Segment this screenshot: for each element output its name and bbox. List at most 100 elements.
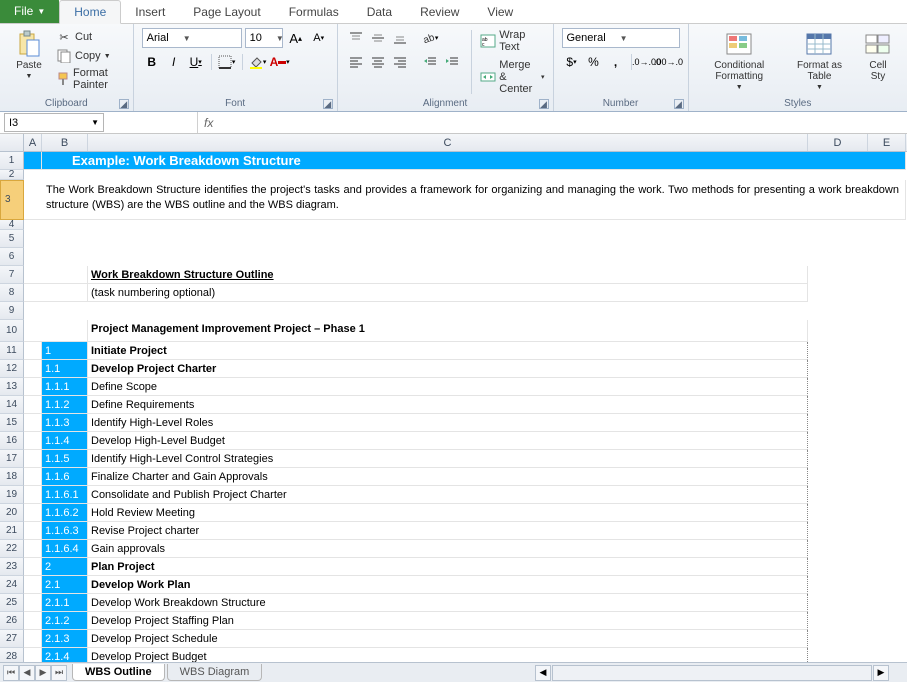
hscroll-left[interactable]: ◀: [535, 665, 551, 681]
col-head-c[interactable]: C: [88, 134, 808, 151]
wbs-task[interactable]: Define Scope: [88, 378, 808, 396]
cut-button[interactable]: ✂Cut: [56, 28, 125, 46]
wbs-task[interactable]: Plan Project: [88, 558, 808, 576]
cell[interactable]: [24, 450, 42, 468]
sheet-nav-prev[interactable]: ◀: [19, 665, 35, 681]
row-head-11[interactable]: 11: [0, 342, 24, 360]
wbs-number[interactable]: 1.1.6: [42, 468, 88, 486]
dialog-launcher-icon[interactable]: ◢: [539, 99, 549, 109]
row-head-26[interactable]: 26: [0, 612, 24, 630]
wbs-task[interactable]: Develop Work Plan: [88, 576, 808, 594]
copy-button[interactable]: Copy ▼: [56, 47, 125, 65]
align-left-button[interactable]: [346, 52, 366, 72]
cell[interactable]: [24, 360, 42, 378]
formula-input[interactable]: [219, 113, 907, 132]
sheet-tab-wbs-outline[interactable]: WBS Outline: [72, 664, 165, 681]
wbs-task[interactable]: Identify High-Level Roles: [88, 414, 808, 432]
font-name-select[interactable]: Arial▼: [142, 28, 242, 48]
wbs-number[interactable]: 1.1.1: [42, 378, 88, 396]
row-head-20[interactable]: 20: [0, 504, 24, 522]
row-head-4[interactable]: 4: [0, 220, 24, 230]
col-head-b[interactable]: B: [42, 134, 88, 151]
cell[interactable]: [24, 320, 88, 342]
wbs-task[interactable]: Finalize Charter and Gain Approvals: [88, 468, 808, 486]
tab-home[interactable]: Home: [59, 0, 121, 24]
wbs-number[interactable]: 1.1.5: [42, 450, 88, 468]
row-head-1[interactable]: 1: [0, 152, 24, 170]
name-box[interactable]: I3▼: [4, 113, 104, 132]
cell[interactable]: [24, 486, 42, 504]
row-head-19[interactable]: 19: [0, 486, 24, 504]
comma-button[interactable]: ,: [606, 52, 626, 72]
sheet-nav-first[interactable]: ⏮: [3, 665, 19, 681]
cell[interactable]: [24, 504, 42, 522]
merge-center-button[interactable]: Merge & Center ▾: [480, 58, 544, 96]
font-size-select[interactable]: 10▼: [245, 28, 283, 48]
hscroll-right[interactable]: ▶: [873, 665, 889, 681]
row-head-25[interactable]: 25: [0, 594, 24, 612]
increase-indent-button[interactable]: [442, 52, 462, 72]
select-all-corner[interactable]: [0, 134, 24, 151]
row-head-23[interactable]: 23: [0, 558, 24, 576]
grow-font-button[interactable]: A▴: [286, 28, 306, 48]
spreadsheet-grid[interactable]: A B C D E 123456789101112131415161718192…: [0, 134, 907, 666]
row-head-5[interactable]: 5: [0, 230, 24, 248]
wrap-text-button[interactable]: abcWrap Text: [480, 28, 544, 54]
cell[interactable]: [24, 266, 88, 284]
cell[interactable]: [24, 432, 42, 450]
cell[interactable]: [24, 558, 42, 576]
cell[interactable]: [24, 414, 42, 432]
align-bottom-button[interactable]: [390, 28, 410, 48]
dialog-launcher-icon[interactable]: ◢: [119, 99, 129, 109]
align-middle-button[interactable]: [368, 28, 388, 48]
tab-insert[interactable]: Insert: [121, 1, 179, 23]
row-head-15[interactable]: 15: [0, 414, 24, 432]
wbs-task[interactable]: Develop Project Staffing Plan: [88, 612, 808, 630]
shrink-font-button[interactable]: A▾: [309, 28, 329, 48]
wbs-task[interactable]: Hold Review Meeting: [88, 504, 808, 522]
cell[interactable]: [24, 540, 42, 558]
sheet-nav-last[interactable]: ⏭: [51, 665, 67, 681]
wbs-task[interactable]: Develop Project Charter: [88, 360, 808, 378]
number-format-select[interactable]: General▼: [562, 28, 680, 48]
cell[interactable]: [24, 378, 42, 396]
currency-button[interactable]: $ ▾: [562, 52, 582, 72]
row-head-13[interactable]: 13: [0, 378, 24, 396]
row-head-22[interactable]: 22: [0, 540, 24, 558]
wbs-number[interactable]: 2: [42, 558, 88, 576]
orientation-button[interactable]: ab▾: [420, 28, 440, 48]
tab-view[interactable]: View: [473, 1, 527, 23]
tab-pagelayout[interactable]: Page Layout: [179, 1, 274, 23]
wbs-number[interactable]: 1.1.6.2: [42, 504, 88, 522]
tab-data[interactable]: Data: [353, 1, 406, 23]
outline-heading[interactable]: Work Breakdown Structure Outline: [88, 266, 808, 284]
row-head-17[interactable]: 17: [0, 450, 24, 468]
hscroll-track[interactable]: [552, 665, 872, 681]
wbs-number[interactable]: 1: [42, 342, 88, 360]
wbs-number[interactable]: 1.1.6.4: [42, 540, 88, 558]
wbs-task[interactable]: Develop Work Breakdown Structure: [88, 594, 808, 612]
tab-review[interactable]: Review: [406, 1, 473, 23]
wbs-task[interactable]: Gain approvals: [88, 540, 808, 558]
wbs-task[interactable]: Revise Project charter: [88, 522, 808, 540]
cell[interactable]: [24, 576, 42, 594]
cell[interactable]: [24, 594, 42, 612]
row-head-24[interactable]: 24: [0, 576, 24, 594]
row-head-3[interactable]: 3: [0, 180, 24, 220]
format-as-table-button[interactable]: Format as Table▼: [788, 28, 851, 93]
wbs-task[interactable]: Develop High-Level Budget: [88, 432, 808, 450]
borders-button[interactable]: ▾: [217, 52, 237, 72]
decrease-indent-button[interactable]: [420, 52, 440, 72]
row-head-16[interactable]: 16: [0, 432, 24, 450]
wbs-number[interactable]: 2.1.1: [42, 594, 88, 612]
percent-button[interactable]: %: [584, 52, 604, 72]
row-head-27[interactable]: 27: [0, 630, 24, 648]
title-cell[interactable]: Example: Work Breakdown Structure: [42, 152, 906, 170]
cell[interactable]: [24, 342, 42, 360]
cell[interactable]: [24, 630, 42, 648]
fx-icon[interactable]: fx: [198, 116, 219, 130]
align-center-button[interactable]: [368, 52, 388, 72]
wbs-number[interactable]: 1.1.6.3: [42, 522, 88, 540]
row-head-12[interactable]: 12: [0, 360, 24, 378]
wbs-number[interactable]: 1.1.3: [42, 414, 88, 432]
